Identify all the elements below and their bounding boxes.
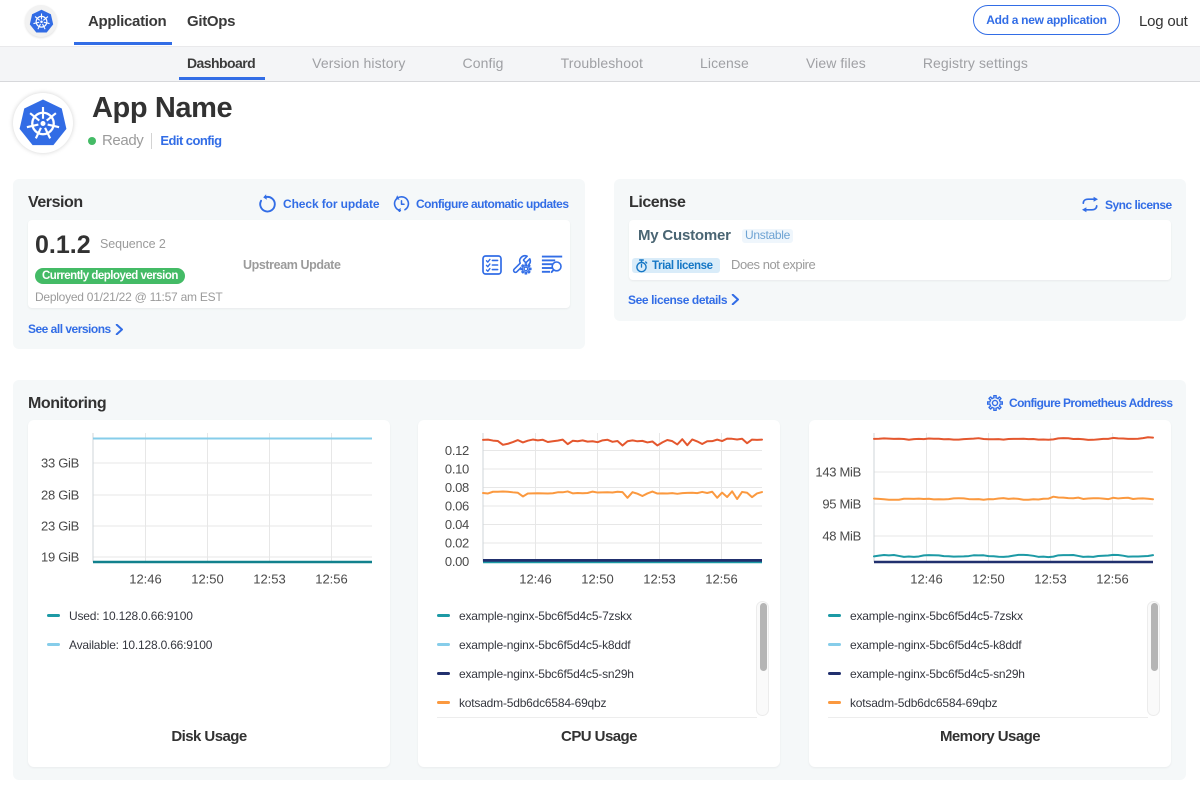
svg-text:12:53: 12:53 [253,572,286,587]
svg-text:12:53: 12:53 [1034,572,1067,587]
svg-text:23 GiB: 23 GiB [41,519,79,534]
svg-text:19 GiB: 19 GiB [41,550,79,565]
svg-text:0.02: 0.02 [445,536,469,551]
svg-text:12:56: 12:56 [1096,572,1129,587]
svg-text:143 MiB: 143 MiB [815,465,861,480]
svg-text:12:46: 12:46 [519,572,552,587]
svg-text:12:50: 12:50 [191,572,224,587]
svg-text:0.06: 0.06 [445,499,469,514]
svg-text:12:50: 12:50 [581,572,614,587]
svg-text:12:50: 12:50 [972,572,1005,587]
svg-text:12:53: 12:53 [643,572,676,587]
svg-text:95 MiB: 95 MiB [822,497,861,512]
svg-text:0.10: 0.10 [445,462,469,477]
svg-text:0.00: 0.00 [445,554,469,569]
svg-text:33 GiB: 33 GiB [41,456,79,471]
svg-text:0.08: 0.08 [445,480,469,495]
svg-text:0.12: 0.12 [445,443,469,458]
svg-text:28 GiB: 28 GiB [41,488,79,503]
svg-text:0.04: 0.04 [445,517,469,532]
svg-text:12:56: 12:56 [315,572,348,587]
svg-text:12:46: 12:46 [129,572,162,587]
svg-text:12:46: 12:46 [910,572,943,587]
svg-text:48 MiB: 48 MiB [822,529,861,544]
svg-text:12:56: 12:56 [705,572,738,587]
